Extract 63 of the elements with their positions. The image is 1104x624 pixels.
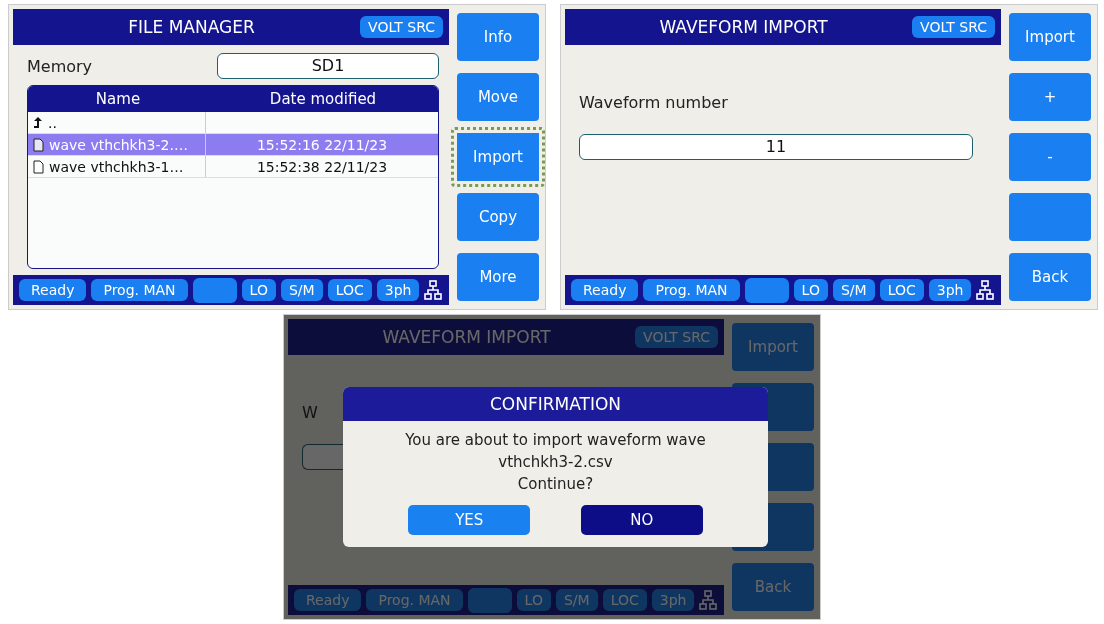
file-name: wave vthchkh3-2.… (49, 136, 188, 153)
status-indicator (192, 277, 237, 303)
file-icon (33, 137, 44, 152)
field-label: W (302, 403, 318, 422)
file-row[interactable]: wave vthchkh3-2.… 15:52:16 22/11/23 (28, 134, 438, 156)
softkey-button[interactable]: More (454, 250, 542, 304)
status-flag: 3ph (651, 589, 695, 611)
file-icon (33, 159, 44, 174)
status-flag: S/M (555, 589, 598, 611)
status-flag: S/M (280, 279, 323, 301)
dialog-message: You are about to import waveform wave vthchkh3-2.csv Continue? (404, 430, 707, 495)
screen-title: WAVEFORM IMPORT (381, 327, 552, 347)
status-indicator: Ready (19, 279, 87, 301)
waveform-number-field[interactable]: 11 (579, 134, 973, 160)
status-flag: 3ph (928, 279, 972, 301)
memory-field[interactable]: SD1 (217, 53, 439, 79)
mode-badge: VOLT SRC (635, 326, 718, 348)
status-flag: 3ph (376, 279, 420, 301)
status-flag: LOC (879, 279, 924, 301)
column-header[interactable]: Date modified (208, 90, 438, 108)
status-flag: LO (516, 589, 551, 611)
dialog-title: CONFIRMATION (343, 387, 768, 421)
network-icon (424, 280, 443, 300)
mode-badge: VOLT SRC (912, 16, 995, 38)
date-modified: 15:52:38 22/11/23 (256, 158, 388, 175)
network-icon (976, 280, 995, 300)
file-row[interactable]: wave vthchkh3-1… 15:52:38 22/11/23 (28, 156, 438, 178)
softkey-button[interactable]: Move (454, 70, 542, 124)
status-indicator: Prog. MAN (91, 279, 188, 301)
status-flag: LOC (602, 589, 647, 611)
date-modified: 15:52:16 22/11/23 (256, 136, 388, 153)
waveform-number-field[interactable] (302, 444, 343, 470)
screen-title: WAVEFORM IMPORT (658, 17, 829, 37)
softkey-button[interactable]: - (1006, 130, 1094, 184)
column-header[interactable]: Name (28, 90, 208, 108)
network-icon (699, 590, 718, 610)
dialog-button[interactable]: NO (580, 505, 703, 535)
status-indicator (467, 587, 512, 613)
screen-title: FILE MANAGER (127, 17, 256, 37)
softkey-button[interactable]: Back (1006, 250, 1094, 304)
softkey-button[interactable]: + (1006, 70, 1094, 124)
softkey-button[interactable]: Info (454, 10, 542, 64)
softkey-button[interactable]: Import (451, 127, 545, 187)
status-flag: LOC (327, 279, 372, 301)
status-flag: S/M (832, 279, 875, 301)
status-indicator: Prog. MAN (643, 279, 740, 301)
file-name: .. (48, 114, 57, 131)
field-label: Waveform number (579, 93, 728, 112)
softkey-button[interactable]: Import (1006, 10, 1094, 64)
dialog-button[interactable]: YES (408, 505, 531, 535)
status-indicator: Ready (571, 279, 639, 301)
up-arrow-icon (33, 116, 43, 129)
softkey-button[interactable]: Copy (454, 190, 542, 244)
mode-badge: VOLT SRC (360, 16, 443, 38)
file-name: wave vthchkh3-1… (49, 158, 184, 175)
status-indicator (744, 277, 789, 303)
status-indicator: Ready (294, 589, 362, 611)
status-flag: LO (241, 279, 276, 301)
softkey-button[interactable]: Back (729, 560, 817, 614)
status-flag: LO (793, 279, 828, 301)
status-indicator: Prog. MAN (366, 589, 463, 611)
memory-label: Memory (27, 56, 94, 76)
softkey-button[interactable]: Import (729, 320, 817, 374)
